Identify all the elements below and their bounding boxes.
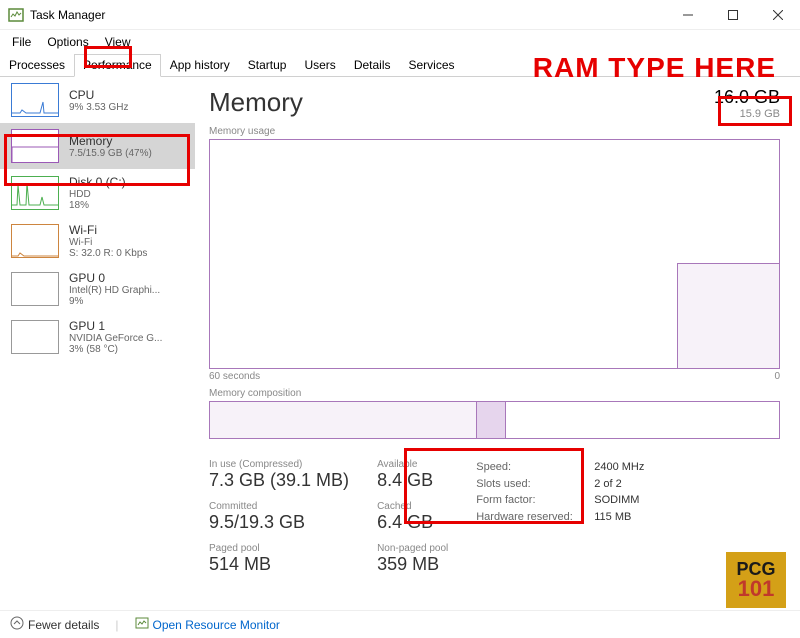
sidebar-item-memory[interactable]: Memory 7.5/15.9 GB (47%) xyxy=(0,123,195,169)
in-use-value: 7.3 GB (39.1 MB) xyxy=(209,470,349,491)
wifi-chart-thumb xyxy=(11,224,59,258)
sidebar: CPU 9% 3.53 GHz Memory 7.5/15.9 GB (47%)… xyxy=(0,77,195,617)
disk-chart-thumb xyxy=(11,176,59,210)
memory-usage-chart xyxy=(209,139,780,369)
available-value: 8.4 GB xyxy=(377,470,448,491)
gpu1-chart-thumb xyxy=(11,320,59,354)
sidebar-cpu-name: CPU xyxy=(69,88,128,102)
sidebar-gpu0-detail1: Intel(R) HD Graphi... xyxy=(69,285,160,296)
available-label: Available xyxy=(377,459,448,470)
hw-key: Hardware reserved: xyxy=(476,509,576,526)
form-key: Form factor: xyxy=(476,492,576,509)
nonpaged-label: Non-paged pool xyxy=(377,543,448,554)
logo-line2: 101 xyxy=(738,578,775,600)
axis-left: 60 seconds xyxy=(209,371,260,382)
resource-monitor-icon xyxy=(135,616,149,633)
sidebar-memory-detail: 7.5/15.9 GB (47%) xyxy=(69,148,152,159)
footer: Fewer details | Open Resource Monitor xyxy=(0,610,800,638)
sidebar-item-disk[interactable]: Disk 0 (C:) HDD 18% xyxy=(0,169,195,217)
sidebar-disk-detail2: 18% xyxy=(69,200,126,211)
tab-details[interactable]: Details xyxy=(345,54,400,76)
sidebar-wifi-name: Wi-Fi xyxy=(69,223,147,237)
tab-startup[interactable]: Startup xyxy=(239,54,296,76)
minimize-button[interactable] xyxy=(665,0,710,30)
paged-label: Paged pool xyxy=(209,543,349,554)
gpu0-chart-thumb xyxy=(11,272,59,306)
chevron-up-circle-icon xyxy=(10,616,24,633)
menu-file[interactable]: File xyxy=(4,32,39,52)
tab-app-history[interactable]: App history xyxy=(161,54,239,76)
spec-table: Speed: 2400 MHz Slots used: 2 of 2 Form fa… xyxy=(476,459,644,575)
menu-options[interactable]: Options xyxy=(39,32,96,52)
sidebar-gpu1-detail2: 3% (58 °C) xyxy=(69,344,162,355)
composition-label: Memory composition xyxy=(209,388,780,399)
cached-value: 6.4 GB xyxy=(377,512,448,533)
sidebar-item-wifi[interactable]: Wi-Fi Wi-Fi S: 32.0 R: 0 Kbps xyxy=(0,217,195,265)
tab-processes[interactable]: Processes xyxy=(0,54,74,76)
paged-value: 514 MB xyxy=(209,554,349,575)
sidebar-gpu1-name: GPU 1 xyxy=(69,319,162,333)
sidebar-gpu1-detail1: NVIDIA GeForce G... xyxy=(69,333,162,344)
hw-value: 115 MB xyxy=(594,509,631,526)
sidebar-wifi-detail2: S: 32.0 R: 0 Kbps xyxy=(69,248,147,259)
total-ram: 16.0 GB xyxy=(714,87,780,107)
sidebar-memory-name: Memory xyxy=(69,134,152,148)
memory-composition-chart xyxy=(209,401,780,439)
sidebar-gpu0-name: GPU 0 xyxy=(69,271,160,285)
sidebar-item-gpu0[interactable]: GPU 0 Intel(R) HD Graphi... 9% xyxy=(0,265,195,313)
committed-value: 9.5/19.3 GB xyxy=(209,512,349,533)
tab-services[interactable]: Services xyxy=(400,54,464,76)
sidebar-wifi-detail1: Wi-Fi xyxy=(69,237,147,248)
page-title: Memory xyxy=(209,87,303,118)
memory-chart-thumb xyxy=(11,129,59,163)
cpu-chart-thumb xyxy=(11,83,59,117)
in-use-label: In use (Compressed) xyxy=(209,459,349,470)
pcg-logo: PCG 101 xyxy=(726,552,786,608)
committed-label: Committed xyxy=(209,501,349,512)
sidebar-cpu-detail: 9% 3.53 GHz xyxy=(69,102,128,113)
chart-label: Memory usage xyxy=(209,126,780,137)
menubar: File Options View xyxy=(0,30,800,54)
maximize-button[interactable] xyxy=(710,0,755,30)
close-button[interactable] xyxy=(755,0,800,30)
window-title: Task Manager xyxy=(30,8,665,22)
task-manager-icon xyxy=(8,7,24,23)
sidebar-item-cpu[interactable]: CPU 9% 3.53 GHz xyxy=(0,77,195,123)
sidebar-disk-detail1: HDD xyxy=(69,189,126,200)
tab-performance[interactable]: Performance xyxy=(74,54,161,77)
slots-key: Slots used: xyxy=(476,476,576,493)
menu-view[interactable]: View xyxy=(97,32,139,52)
speed-key: Speed: xyxy=(476,459,576,476)
main-panel: Memory 16.0 GB 15.9 GB Memory usage 60 s… xyxy=(195,77,800,617)
tab-users[interactable]: Users xyxy=(295,54,344,76)
sidebar-disk-name: Disk 0 (C:) xyxy=(69,175,126,189)
form-value: SODIMM xyxy=(594,492,639,509)
fewer-details-label: Fewer details xyxy=(28,618,99,632)
speed-value: 2400 MHz xyxy=(594,459,644,476)
open-resource-monitor-label: Open Resource Monitor xyxy=(153,618,280,632)
cached-label: Cached xyxy=(377,501,448,512)
titlebar: Task Manager xyxy=(0,0,800,30)
axis-right: 0 xyxy=(774,371,780,382)
slots-value: 2 of 2 xyxy=(594,476,622,493)
fewer-details-button[interactable]: Fewer details xyxy=(10,616,99,633)
sidebar-gpu0-detail2: 9% xyxy=(69,296,160,307)
annotation-ram-type: RAM TYPE HERE xyxy=(533,52,776,84)
nonpaged-value: 359 MB xyxy=(377,554,448,575)
total-ram-usable: 15.9 GB xyxy=(714,108,780,120)
sidebar-item-gpu1[interactable]: GPU 1 NVIDIA GeForce G... 3% (58 °C) xyxy=(0,313,195,361)
open-resource-monitor-link[interactable]: Open Resource Monitor xyxy=(135,616,280,633)
